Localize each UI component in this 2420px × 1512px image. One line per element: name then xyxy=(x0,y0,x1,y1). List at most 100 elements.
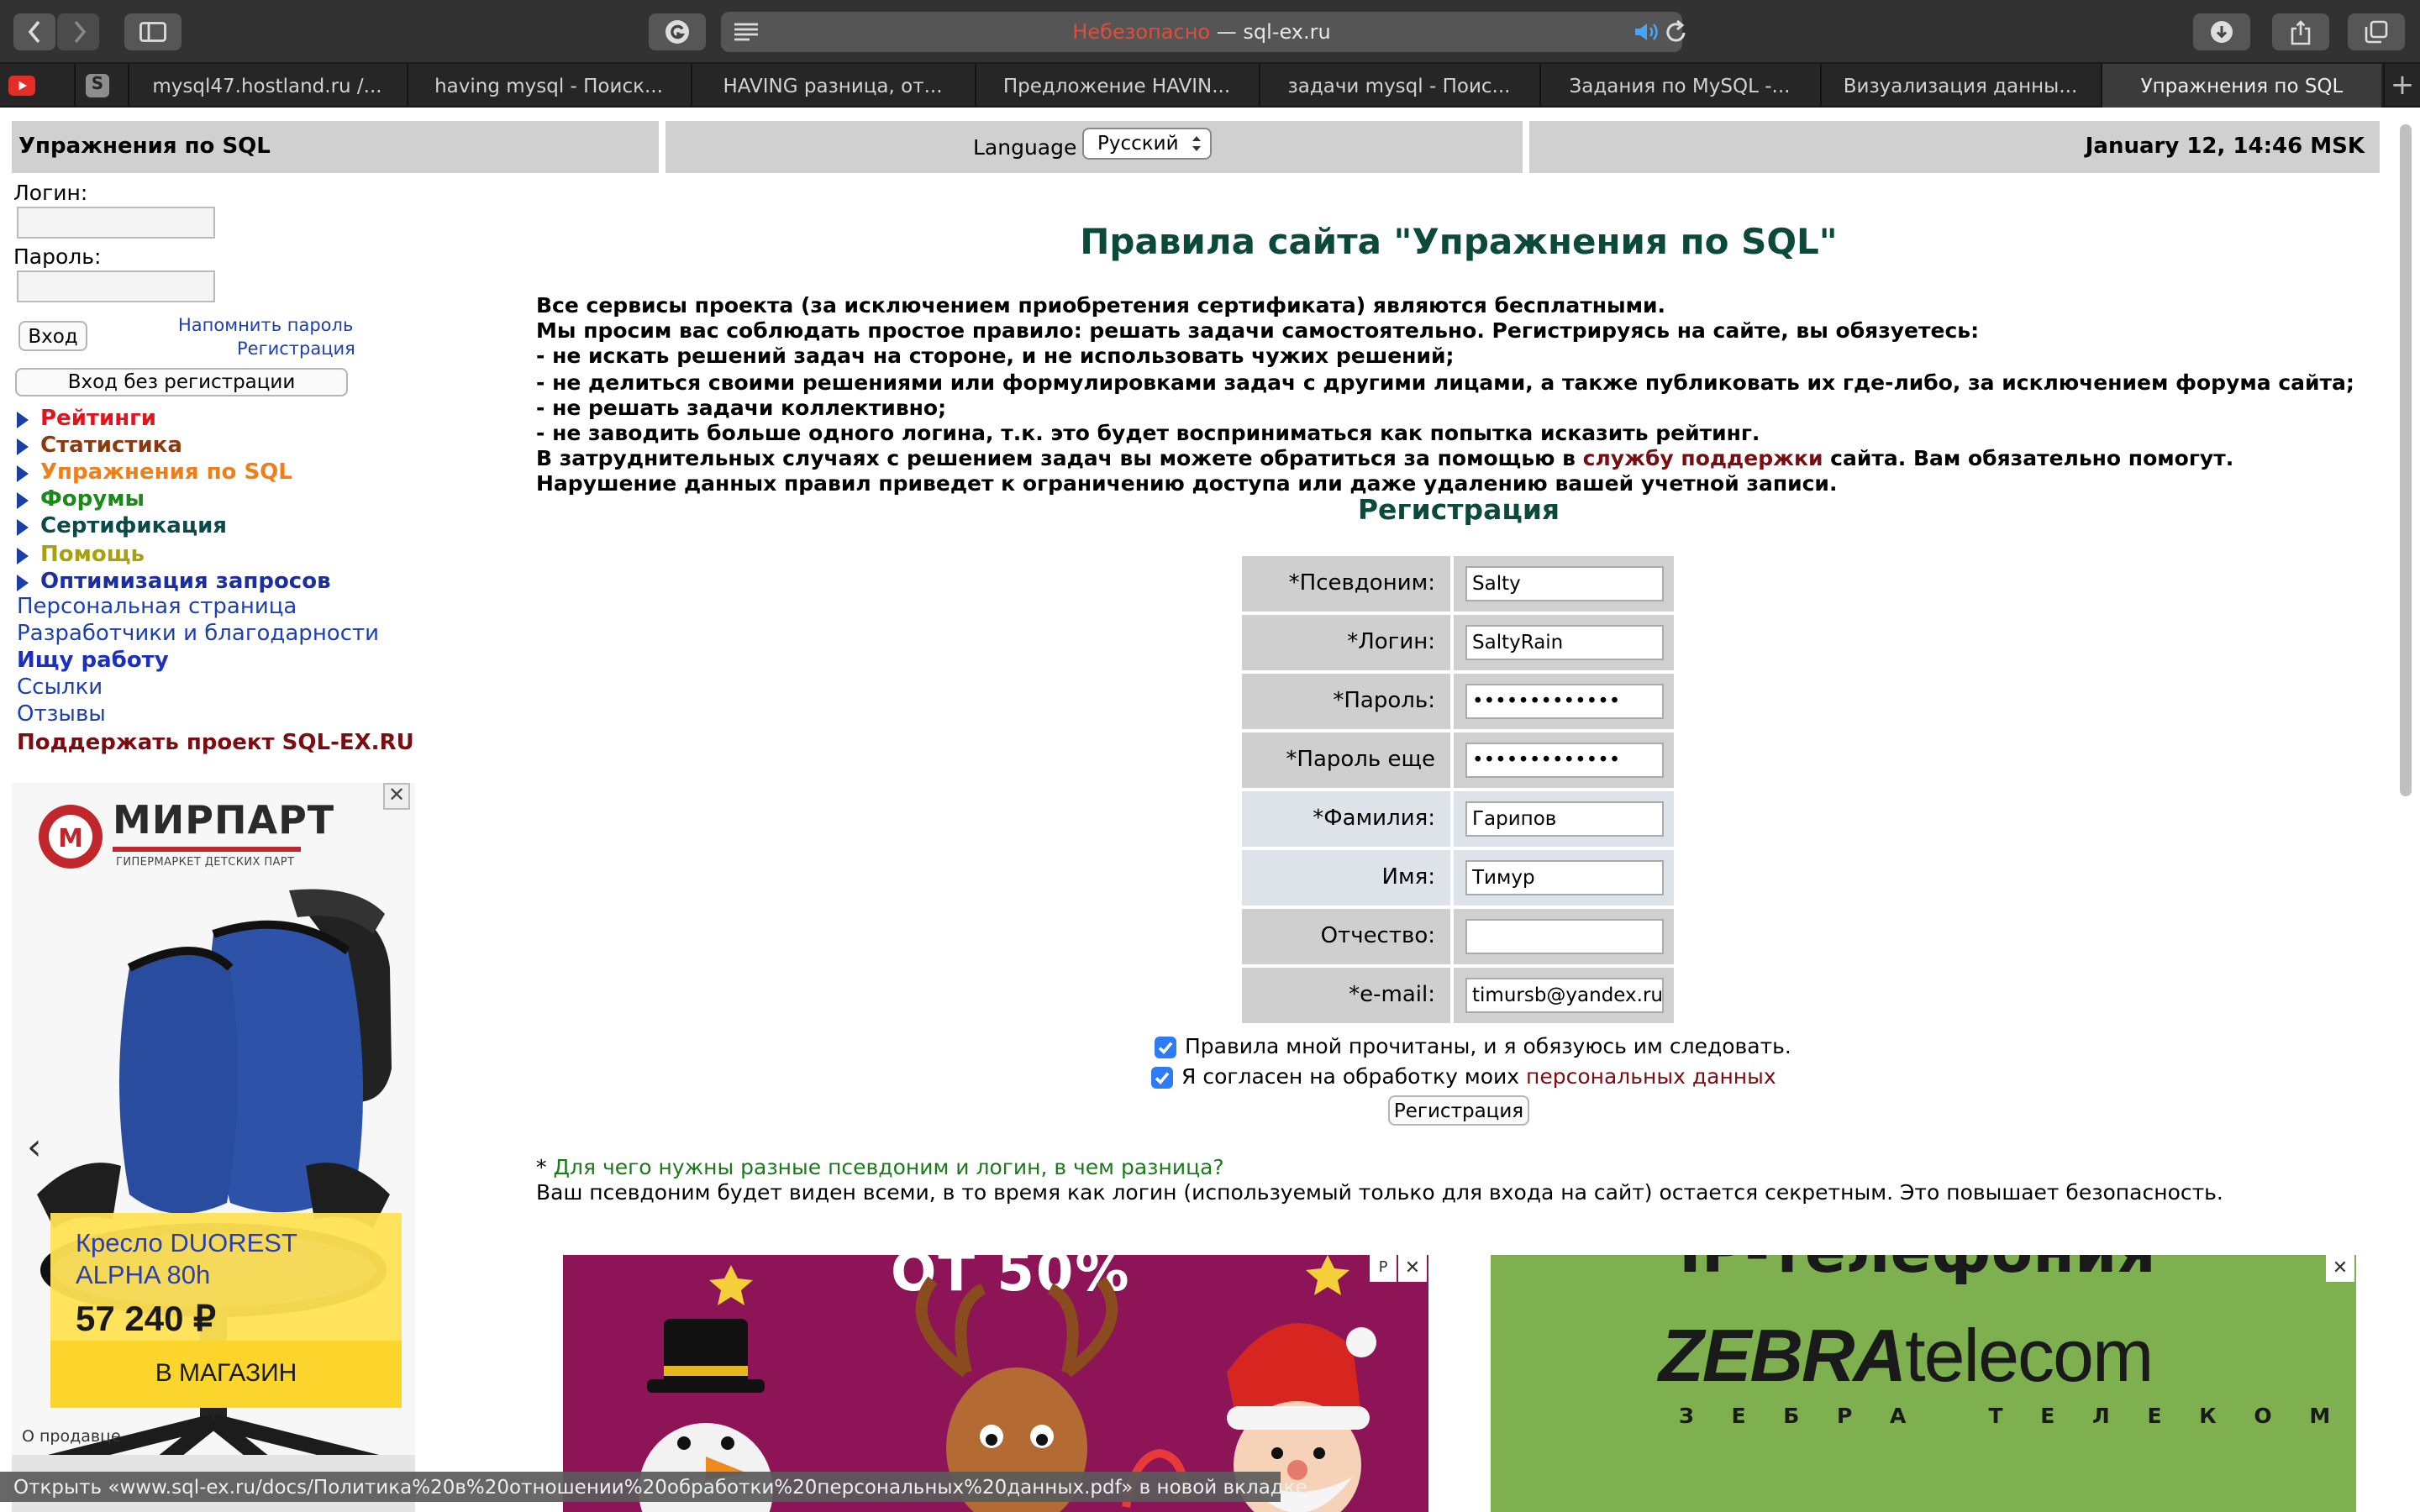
sidebar-link[interactable]: Персональная страница xyxy=(17,595,297,622)
sidebar-link[interactable]: Отзывы xyxy=(17,703,106,730)
ad-close-icon[interactable]: ✕ xyxy=(383,783,410,810)
right-ad-banner[interactable]: IP-телефония ✕ ZEBRAtelecom З Е Б Р А Т … xyxy=(1491,1255,2356,1512)
s-favicon-icon: S xyxy=(86,74,109,97)
form-field-input[interactable]: ••••••••••••• xyxy=(1465,684,1664,719)
form-field-cell: Гарипов xyxy=(1454,791,1674,847)
browser-tab[interactable]: HAVING разница, от... xyxy=(691,64,973,108)
form-field-label: Отчество: xyxy=(1242,909,1450,964)
form-field-input[interactable]: Гарипов xyxy=(1465,801,1664,837)
form-field-label: *Пароль: xyxy=(1242,674,1450,729)
browser-tab[interactable]: mysql47.hostland.ru /... xyxy=(128,64,405,108)
sidebar-nav-label: Форумы xyxy=(40,487,145,513)
support-link[interactable]: службу поддержки xyxy=(1583,445,1823,470)
nav-triangle-icon xyxy=(17,519,29,537)
pinned-tab-youtube[interactable] xyxy=(0,64,44,108)
form-field-label: *Псевдоним: xyxy=(1242,556,1450,612)
sidebar-icon xyxy=(139,22,166,42)
back-button[interactable] xyxy=(13,13,55,50)
link-status-bar: Открыть «www.sql-ex.ru/docs/Политика%20в… xyxy=(0,1472,1307,1502)
pinned-tab-s[interactable]: S xyxy=(74,64,118,108)
rules-line-3: - не искать решений задач на стороне, и … xyxy=(536,343,1455,369)
language-select[interactable]: Русский xyxy=(1082,128,1212,160)
form-field-input[interactable] xyxy=(1465,919,1664,954)
forward-button[interactable] xyxy=(57,13,99,50)
login-button[interactable]: Вход xyxy=(18,321,87,351)
browser-tab[interactable]: Задания по MySQL -... xyxy=(1539,64,1818,108)
reload-icon[interactable] xyxy=(1665,20,1687,44)
login-field[interactable] xyxy=(17,207,215,239)
rules-line-5: - не решать задачи коллективно; xyxy=(536,394,947,420)
personal-data-checkbox[interactable] xyxy=(1151,1067,1173,1089)
form-field-input[interactable]: SaltyRain xyxy=(1465,625,1664,660)
browser-tab[interactable]: Предложение HAVIN... xyxy=(975,64,1257,108)
sidebar-link[interactable]: Поддержать проект SQL-EX.RU xyxy=(17,730,414,757)
ad-shop-button[interactable]: В МАГАЗИН xyxy=(50,1341,402,1408)
register-submit-button[interactable]: Регистрация xyxy=(1388,1095,1529,1126)
zebra-logo-bold: ZEBRA xyxy=(1659,1315,1907,1398)
rules-line-8: Нарушение данных правил приведет к огран… xyxy=(536,470,1838,496)
form-field-input[interactable]: Salty xyxy=(1465,566,1664,601)
password-field[interactable] xyxy=(17,270,215,302)
svg-text:M: M xyxy=(58,824,83,853)
address-bar[interactable]: Небезопасно — sql-ex.ru xyxy=(721,12,1686,52)
sidebar-link[interactable]: Разработчики и благодарности xyxy=(17,622,379,648)
form-field-cell xyxy=(1454,909,1674,964)
ad-seller-link[interactable]: О продавце xyxy=(22,1428,121,1446)
tabs-overview-button[interactable] xyxy=(2348,13,2405,50)
rules-line-2: Мы просим вас соблюдать простое правило:… xyxy=(536,318,1980,344)
browser-tab[interactable]: Упражнения по SQL xyxy=(2101,64,2381,108)
right-ad-top-text: IP-телефония xyxy=(1679,1255,2156,1287)
ad-brand: МИРПАРТ xyxy=(113,800,335,843)
header-date: January 12, 14:46 MSK xyxy=(1529,121,2380,173)
tabs-icon xyxy=(2365,20,2388,44)
zebra-logo-light: telecom xyxy=(1905,1315,2154,1398)
sidebar-register-link[interactable]: Регистрация xyxy=(237,339,355,360)
sidebar-link[interactable]: Ищу работу xyxy=(17,648,169,675)
form-field-input[interactable]: ••••••••••••• xyxy=(1465,743,1664,778)
browser-tab[interactable]: задачи mysql - Поис... xyxy=(1259,64,1538,108)
speaker-icon[interactable] xyxy=(1634,22,1660,42)
form-field-label: *e-mail: xyxy=(1242,968,1450,1023)
rules-checkbox[interactable] xyxy=(1155,1037,1176,1058)
nav-triangle-icon xyxy=(17,492,29,510)
page-scrollbar[interactable] xyxy=(2400,124,2412,796)
remind-password-link[interactable]: Напомнить пароль xyxy=(178,316,353,336)
youtube-icon xyxy=(8,76,35,96)
sidebar-link[interactable]: Ссылки xyxy=(17,676,103,703)
form-field-label: *Логин: xyxy=(1242,615,1450,670)
share-icon xyxy=(2291,19,2311,45)
form-field-label: *Фамилия: xyxy=(1242,791,1450,847)
sidebar-nav-label: Помощь xyxy=(40,542,145,567)
form-field-label: Имя: xyxy=(1242,850,1450,906)
browser-window: Небезопасно — sql-ex.ru S mysql47.hostla… xyxy=(0,0,2420,1512)
password-label: Пароль: xyxy=(13,244,102,269)
language-select-value: Русский xyxy=(1097,131,1179,155)
rules-text: Все сервисы проекта (за исключением прио… xyxy=(536,292,2402,496)
form-field-input[interactable]: Тимур xyxy=(1465,860,1664,895)
browser-tab[interactable]: Визуализация данны... xyxy=(1820,64,2099,108)
nickname-faq-link[interactable]: Для чего нужны разные псевдоним и логин,… xyxy=(553,1154,1223,1179)
grammarly-button[interactable] xyxy=(649,13,706,50)
form-field-cell: Тимур xyxy=(1454,850,1674,906)
personal-data-prefix: Я согласен на обработку моих xyxy=(1181,1063,1526,1089)
form-field-input[interactable]: timursb@yandex.ru xyxy=(1465,978,1664,1013)
rules-line-6: - не заводить больше одного логина, т.к.… xyxy=(536,420,1760,446)
guest-login-button[interactable]: Вход без регистрации xyxy=(15,368,348,396)
right-ad-close-icon[interactable]: ✕ xyxy=(2326,1255,2354,1282)
share-button[interactable] xyxy=(2272,13,2329,50)
ad-prev-arrow-icon[interactable]: ‹ xyxy=(27,1127,42,1169)
web-page: Упражнения по SQL Language Русский Janua… xyxy=(0,108,2420,1512)
browser-tab[interactable]: having mysql - Поиск... xyxy=(407,64,689,108)
personal-data-link[interactable]: персональных данных xyxy=(1526,1063,1776,1089)
left-ad-banner[interactable]: ✕ M МИРПАРТ ГИПЕРМАРКЕТ ДЕТСКИХ ПАРТ ‹ К… xyxy=(12,783,415,1512)
check-icon xyxy=(1158,1042,1173,1055)
ad-next-arrow-icon[interactable]: › xyxy=(413,1127,415,1169)
sidebar-toggle-button[interactable] xyxy=(124,13,182,50)
url-text: Небезопасно — sql-ex.ru xyxy=(721,12,1682,52)
new-tab-button[interactable]: + xyxy=(2383,64,2420,108)
header-site-title: Упражнения по SQL xyxy=(12,121,659,173)
form-field-cell: timursb@yandex.ru xyxy=(1454,968,1674,1023)
downloads-button[interactable] xyxy=(2193,13,2250,50)
insecure-label: Небезопасно xyxy=(1072,20,1211,44)
language-label: Language xyxy=(973,134,1077,160)
